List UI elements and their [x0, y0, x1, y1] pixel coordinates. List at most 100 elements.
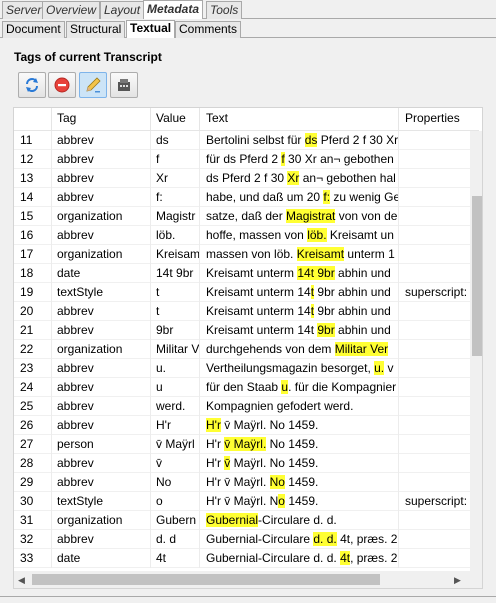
properties-cell: superscript: — [405, 494, 468, 508]
tab-server[interactable]: Server — [2, 1, 46, 19]
table-row[interactable]: 28 abbrev v̄ H'r v̄ Maÿrl. No 1459. — [14, 454, 470, 473]
refresh-button[interactable] — [18, 72, 46, 98]
properties-cell — [399, 169, 470, 188]
text-before: H'r — [206, 437, 225, 451]
text-cell: habe, und daß um 20 f: zu wenig Ge — [200, 188, 399, 207]
tags-table: Tag Value Text Properties 11 abbrev ds Bert… — [13, 107, 483, 589]
tag-cell: abbrev — [52, 378, 151, 397]
tab-metadata[interactable]: Metadata — [143, 0, 204, 19]
table-row[interactable]: 29 abbrev No H'r v̄ Maÿrl. No 1459. — [14, 473, 470, 492]
properties-cell — [399, 454, 470, 473]
row-index: 29 — [14, 473, 52, 492]
header-index — [14, 108, 52, 131]
tag-cell: textStyle — [52, 492, 151, 511]
table-row[interactable]: 32 abbrev d. d Gubernial-Circulare d. d. 4t… — [14, 530, 470, 549]
delete-icon — [54, 77, 70, 93]
text-before: ds Pferd 2 f 30 — [206, 171, 288, 185]
table-row[interactable]: 24 abbrev u für den Staab u. für die Kompag… — [14, 378, 470, 397]
value-cell: u. — [151, 359, 200, 378]
value-cell: d. d — [151, 530, 200, 549]
text-before: Bertolini selbst für — [206, 133, 305, 147]
tag-highlight: H'r — [206, 418, 221, 432]
text-after: Kreisamt un — [326, 228, 394, 242]
value-cell: werd. — [151, 397, 200, 416]
text-after: von von der — [335, 209, 399, 223]
properties-cell — [399, 511, 470, 530]
table-row[interactable]: 18 date 14t 9br Kreisamt unterm 14t 9br abh… — [14, 264, 470, 283]
tag-highlight: d. d. — [313, 532, 337, 546]
table-row[interactable]: 27 person v̄ Maÿrl H'r v̄ Maÿrl. No 1459. — [14, 435, 470, 454]
table-row[interactable]: 23 abbrev u. Vertheilungsmagazin besorget, … — [14, 359, 470, 378]
tag-cell: organization — [52, 340, 151, 359]
tab-tools[interactable]: Tools — [206, 1, 243, 19]
text-before: H'r v̄ Maÿrl. — [206, 475, 270, 489]
header-text[interactable]: Text — [200, 108, 399, 131]
table-row[interactable]: 21 abbrev 9br Kreisamt unterm 14t 9br abhin… — [14, 321, 470, 340]
row-index: 18 — [14, 264, 52, 283]
text-cell: massen von löb. Kreisamt unterm 1 — [200, 245, 399, 264]
tag-cell: organization — [52, 207, 151, 226]
tab-comments[interactable]: Comments — [175, 21, 242, 38]
row-index: 32 — [14, 530, 52, 549]
vertical-scrollbar[interactable] — [470, 131, 482, 571]
value-cell: t — [151, 302, 200, 321]
value-cell: v̄ — [151, 454, 200, 473]
table-row[interactable]: 16 abbrev löb. hoffe, massen von löb. Kreis… — [14, 226, 470, 245]
scroll-right-icon[interactable]: ▶ — [454, 575, 461, 585]
tab-textual[interactable]: Textual — [126, 20, 176, 38]
table-row[interactable]: 25 abbrev werd. Kompagnien gefodert werd. — [14, 397, 470, 416]
text-before: für den Staab — [206, 380, 282, 394]
table-row[interactable]: 31 organization Gubern Gubernial-Circulare … — [14, 511, 470, 530]
table-row[interactable]: 26 abbrev H'r H'r v̄ Maÿrl. No 1459. — [14, 416, 470, 435]
vertical-scroll-thumb[interactable] — [472, 196, 482, 356]
row-index: 33 — [14, 549, 52, 568]
row-index: 20 — [14, 302, 52, 321]
tag-cell: textStyle — [52, 283, 151, 302]
value-cell: Militar V — [151, 340, 200, 359]
table-row[interactable]: 22 organization Militar Vdurchgehends von … — [14, 340, 470, 359]
header-properties[interactable]: Properties — [399, 108, 479, 131]
text-after: 9br abhin und — [314, 304, 391, 318]
properties-cell — [399, 302, 470, 321]
text-before: habe, und daß um 20 — [206, 190, 324, 204]
scroll-left-icon[interactable]: ◀ — [18, 575, 25, 585]
tab-layout[interactable]: Layout — [100, 1, 145, 19]
table-row[interactable]: 20 abbrev t Kreisamt unterm 14t 9br abhin u… — [14, 302, 470, 321]
header-tag[interactable]: Tag — [52, 108, 151, 131]
main-tab-bar: Server Overview Layout Metadata Tools — [0, 0, 496, 19]
horizontal-scrollbar[interactable]: ◀ ▶ — [14, 571, 482, 588]
tab-overview[interactable]: Overview — [42, 1, 101, 19]
text-after: 30 Xr an¬ gebothen — [284, 152, 394, 166]
header-value[interactable]: Value — [151, 108, 200, 131]
tab-document[interactable]: Document — [2, 21, 65, 38]
delete-tag-button[interactable] — [48, 72, 76, 98]
text-cell: H'r v̄ Maÿrl. No 1459. — [200, 416, 399, 435]
edit-tag-button[interactable] — [79, 72, 107, 98]
table-row[interactable]: 12 abbrev f für ds Pferd 2 f 30 Xr an¬ gebo… — [14, 150, 470, 169]
table-row[interactable]: 30 textStyle o H'r v̄ Maÿrl. No 1459. supers… — [14, 492, 470, 511]
tag-cell: person — [52, 435, 151, 454]
text-after: 9br abhin und — [314, 285, 391, 299]
text-cell: Kreisamt unterm 14t 9br abhin und — [200, 302, 399, 321]
table-row[interactable]: 15 organization Magistr satze, daß der Magi… — [14, 207, 470, 226]
row-index: 13 — [14, 169, 52, 188]
text-before: für ds Pferd 2 — [206, 152, 282, 166]
text-cell: satze, daß der Magistrat von von der — [200, 207, 399, 226]
table-row[interactable]: 11 abbrev ds Bertolini selbst für ds Pferd … — [14, 131, 470, 150]
table-row[interactable]: 14 abbrev f: habe, und daß um 20 f: zu weni… — [14, 188, 470, 207]
tag-highlight: 4t — [340, 551, 351, 565]
text-after: Pferd 2 f 30 Xr — [317, 133, 399, 147]
text-cell: hoffe, massen von löb. Kreisamt un — [200, 226, 399, 245]
properties-cell — [399, 359, 470, 378]
table-row[interactable]: 17 organization Kreisam massen von löb. Kre… — [14, 245, 470, 264]
tag-highlight: Magistrat — [286, 209, 336, 223]
horizontal-scroll-thumb[interactable] — [32, 574, 380, 585]
table-row[interactable]: 19 textStyle t Kreisamt unterm 14t 9br abhi… — [14, 283, 470, 302]
row-index: 14 — [14, 188, 52, 207]
table-row[interactable]: 13 abbrev Xr ds Pferd 2 f 30 Xr an¬ gebothe… — [14, 169, 470, 188]
row-index: 31 — [14, 511, 52, 530]
table-row[interactable]: 33 date 4t Gubernial-Circulare d. d. 4t, pr… — [14, 549, 470, 568]
tab-structural[interactable]: Structural — [66, 21, 126, 38]
properties-cell — [399, 131, 470, 150]
tag-manager-button[interactable] — [110, 72, 138, 98]
